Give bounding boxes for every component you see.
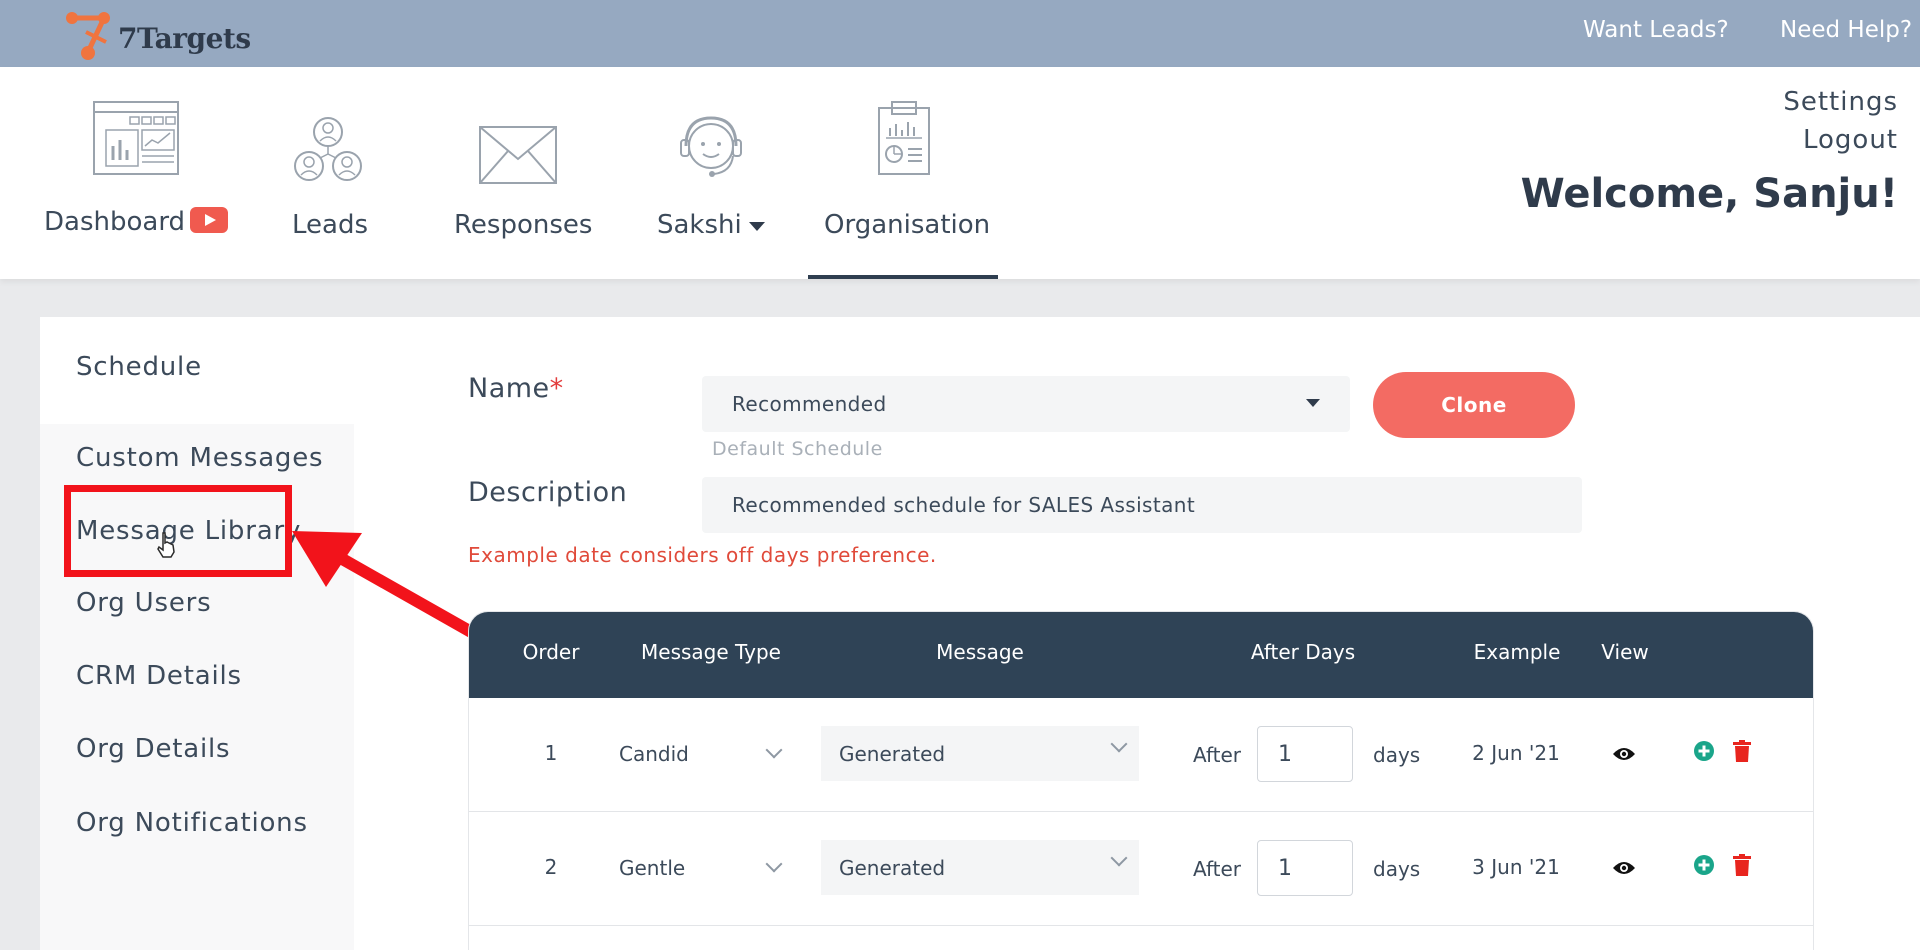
- chevron-down-icon: [749, 222, 765, 231]
- chevron-down-icon: [765, 855, 783, 873]
- required-marker: *: [549, 373, 564, 404]
- eye-icon[interactable]: [1612, 860, 1636, 876]
- dashboard-icon: [93, 101, 179, 175]
- sidebar-item-org-users[interactable]: Org Users: [76, 588, 211, 618]
- content-panel: Schedule Custom Messages Message Library…: [40, 317, 1920, 950]
- header-message-type: Message Type: [641, 640, 781, 664]
- description-field[interactable]: Recommended schedule for SALES Assistant: [702, 477, 1582, 533]
- sidebar-item-custom-messages[interactable]: Custom Messages: [76, 443, 323, 473]
- header-view: View: [1601, 640, 1649, 664]
- description-label: Description: [468, 477, 628, 508]
- sidebar-item-org-details[interactable]: Org Details: [76, 734, 230, 764]
- eye-icon[interactable]: [1612, 746, 1636, 762]
- annotation-highlight-box: [64, 485, 292, 577]
- brand-name: 7Targets: [118, 22, 251, 55]
- chevron-down-icon: [1110, 849, 1128, 867]
- clone-button[interactable]: Clone: [1373, 372, 1575, 438]
- sidebar-item-org-notifications[interactable]: Org Notifications: [76, 808, 308, 838]
- top-bar: 7Targets Want Leads? Need Help?: [0, 0, 1920, 67]
- add-circle-icon[interactable]: [1694, 855, 1714, 875]
- example-date: 2 Jun '21: [1472, 741, 1560, 765]
- table-row: 1 Candid Generated After 1 days 2 Jun '2…: [469, 698, 1813, 812]
- welcome-message: Welcome, Sanju!: [1520, 171, 1898, 217]
- chevron-down-icon: [765, 741, 783, 759]
- want-leads-link[interactable]: Want Leads?: [1583, 17, 1729, 43]
- sidebar-item-crm-details[interactable]: CRM Details: [76, 661, 242, 691]
- message-select[interactable]: Generated: [821, 726, 1139, 781]
- nav-organisation-label: Organisation: [824, 210, 991, 240]
- need-help-link[interactable]: Need Help?: [1780, 17, 1912, 43]
- settings-link[interactable]: Settings: [1783, 87, 1898, 117]
- annotation-arrow-icon: [292, 531, 486, 643]
- header-message: Message: [936, 640, 1024, 664]
- message-type-value: Candid: [619, 742, 689, 766]
- example-date: 3 Jun '21: [1472, 855, 1560, 879]
- days-label: days: [1373, 857, 1421, 881]
- name-label: Name*: [468, 373, 564, 404]
- logout-link[interactable]: Logout: [1803, 125, 1898, 155]
- trash-icon[interactable]: [1733, 854, 1751, 876]
- nav-responses[interactable]: Responses: [452, 67, 592, 279]
- main-nav: Dashboard Leads Responses Sakshi Organis…: [0, 67, 1920, 279]
- message-select[interactable]: Generated: [821, 840, 1139, 895]
- headset-assistant-icon: [680, 116, 742, 177]
- add-circle-icon[interactable]: [1694, 741, 1714, 761]
- leads-icon: [294, 117, 362, 181]
- header-order: Order: [522, 640, 580, 664]
- table-row: 2 Gentle Generated After 1 days 3 Jun '2…: [469, 812, 1813, 926]
- sidebar-item-schedule[interactable]: Schedule: [76, 352, 202, 382]
- chevron-down-icon: [1110, 735, 1128, 753]
- nav-leads[interactable]: Leads: [280, 67, 380, 279]
- table-header: Order Message Type Message After Days Ex…: [469, 612, 1813, 698]
- message-value: Generated: [839, 741, 946, 766]
- active-tab-indicator: [808, 275, 998, 279]
- off-days-notice: Example date considers off days preferen…: [468, 543, 937, 567]
- schedule-name-select[interactable]: Recommended: [702, 376, 1350, 432]
- schedule-table: Order Message Type Message After Days Ex…: [468, 611, 1814, 950]
- clipboard-report-icon: [878, 101, 930, 175]
- nav-leads-label: Leads: [292, 210, 369, 240]
- row-order: 2: [544, 855, 558, 879]
- after-days-input[interactable]: 1: [1257, 840, 1353, 896]
- nav-sakshi-dropdown[interactable]: Sakshi: [656, 67, 776, 279]
- chevron-down-icon: [1306, 399, 1320, 407]
- message-type-select[interactable]: Candid: [619, 732, 794, 776]
- message-type-value: Gentle: [619, 856, 686, 880]
- nav-responses-label: Responses: [454, 210, 593, 240]
- video-play-icon[interactable]: [190, 207, 228, 233]
- nav-dashboard-label: Dashboard: [44, 207, 186, 237]
- message-value: Generated: [839, 855, 946, 880]
- schedule-name-hint: Default Schedule: [712, 438, 883, 460]
- message-type-select[interactable]: Gentle: [619, 846, 794, 890]
- after-label: After: [1193, 857, 1242, 881]
- nav-organisation[interactable]: Organisation: [808, 67, 998, 279]
- nav-sakshi-label: Sakshi: [657, 210, 742, 240]
- trash-icon[interactable]: [1733, 740, 1751, 762]
- name-label-text: Name: [468, 373, 550, 404]
- nav-dashboard[interactable]: Dashboard: [40, 67, 240, 279]
- envelope-icon: [479, 126, 557, 184]
- row-order: 1: [544, 741, 558, 765]
- header-example: Example: [1473, 640, 1561, 664]
- header-after-days: After Days: [1250, 640, 1356, 664]
- after-days-input[interactable]: 1: [1257, 726, 1353, 782]
- schedule-name-value: Recommended: [732, 392, 887, 416]
- after-label: After: [1193, 743, 1242, 767]
- days-label: days: [1373, 743, 1421, 767]
